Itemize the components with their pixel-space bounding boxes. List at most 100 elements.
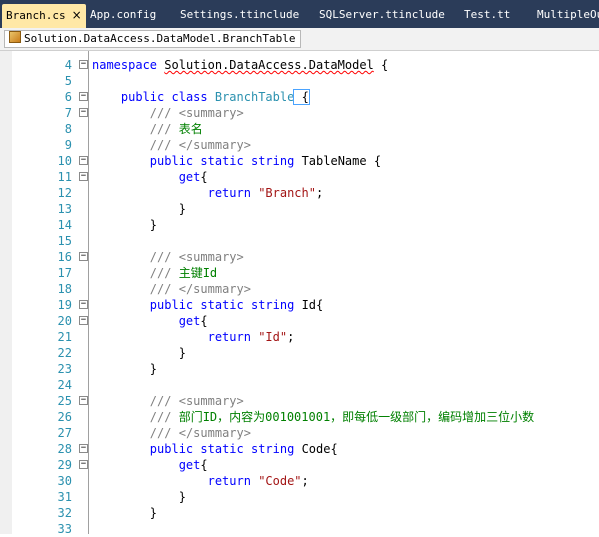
tab-multipleoutput[interactable]: MultipleOu [537,4,599,28]
code-line: 28 − public static string Code{ [0,441,599,457]
line-number: 30 [57,474,72,488]
line-number: 22 [57,346,72,360]
code-text: get{ [178,314,208,328]
collapse-icon[interactable]: − [79,460,88,469]
code-text: /// <summary> [149,250,244,264]
code-line: 9 /// </summary> [0,137,599,153]
code-text: } [149,506,158,520]
code-line: 24 [0,377,599,393]
line-number: 17 [57,266,72,280]
line-number: 27 [57,426,72,440]
code-text: get{ [178,458,208,472]
code-text: /// <summary> [149,394,244,408]
code-text: return "Code"; [207,474,309,488]
tab-label: Branch.cs [6,9,66,22]
code-text: } [178,490,186,504]
code-text: /// </summary> [149,426,251,440]
line-number: 29 [57,458,72,472]
type-dropdown[interactable]: Solution.DataAccess.DataModel.BranchTabl… [4,30,301,48]
code-text: /// 主键Id [149,266,218,280]
code-text: /// 表名 [149,122,203,136]
line-number: 10 [57,154,72,168]
code-text: public class BranchTable { [120,89,310,105]
collapse-icon[interactable]: − [79,252,88,261]
code-line: 7 − /// <summary> [0,105,599,121]
code-text: } [149,218,158,232]
code-line: 8 /// 表名 [0,121,599,137]
collapse-icon[interactable]: − [79,444,88,453]
code-line: 22 } [0,345,599,361]
navigation-bar: Solution.DataAccess.DataModel.BranchTabl… [0,28,599,51]
collapse-icon[interactable]: − [79,300,88,309]
line-number: 18 [57,282,72,296]
code-line: 18 /// </summary> [0,281,599,297]
line-number: 26 [57,410,72,424]
code-line: 20 − get{ [0,313,599,329]
line-number: 25 [57,394,72,408]
tab-settings-ttinclude[interactable]: Settings.ttinclude [180,4,299,28]
code-text: get{ [178,170,208,184]
collapse-icon[interactable]: − [79,60,88,69]
line-number: 16 [57,250,72,264]
line-number: 19 [57,298,72,312]
tab-label: Settings.ttinclude [180,8,300,21]
document-tab-bar: Branch.cs × App.config Settings.ttinclude… [0,0,599,28]
code-line: 14 } [0,217,599,233]
code-line: 25 − /// <summary> [0,393,599,409]
line-number: 21 [57,330,72,344]
code-text: public static string Id{ [149,298,324,312]
code-line: 23 } [0,361,599,377]
tab-app-config[interactable]: App.config [90,4,156,28]
code-line: 26 /// 部门ID，内容为001001001，即每低一级部门，编码增加三位小… [0,409,599,425]
line-number: 6 [64,90,72,104]
code-text: /// </summary> [149,282,251,296]
tab-label: MultipleOu [537,8,599,21]
collapse-icon[interactable]: − [79,172,88,181]
line-number: 8 [64,122,72,136]
line-number: 24 [57,378,72,392]
code-line: 29 − get{ [0,457,599,473]
code-line: 21 return "Id"; [0,329,599,345]
line-number: 23 [57,362,72,376]
line-number: 9 [64,138,72,152]
tab-test-tt[interactable]: Test.tt [464,4,510,28]
tab-branch-cs[interactable]: Branch.cs × [2,4,86,28]
code-line: 17 /// 主键Id [0,265,599,281]
tab-label: SQLServer.ttinclude [319,8,445,21]
collapse-icon[interactable]: − [79,92,88,101]
code-text: /// </summary> [149,138,251,152]
code-line: 10 − public static string TableName { [0,153,599,169]
line-number: 13 [57,202,72,216]
collapse-icon[interactable]: − [79,396,88,405]
collapse-icon[interactable]: − [79,316,88,325]
code-line: 30 return "Code"; [0,473,599,489]
code-line: 11 − get{ [0,169,599,185]
code-line: 15 [0,233,599,249]
type-dropdown-label: Solution.DataAccess.DataModel.BranchTabl… [24,32,296,45]
line-number: 33 [57,522,72,536]
code-text: public static string Code{ [149,442,338,456]
code-text: /// <summary> [149,106,244,120]
line-number: 11 [57,170,72,184]
code-line: 6 − public class BranchTable { [0,89,599,105]
collapse-icon[interactable]: − [79,156,88,165]
code-line: 4 − namespace Solution.DataAccess.DataMo… [0,57,599,73]
code-line: 31 } [0,489,599,505]
code-line: 19 − public static string Id{ [0,297,599,313]
code-line: 16 − /// <summary> [0,249,599,265]
close-icon[interactable]: × [72,8,82,22]
code-line: 5 [0,73,599,89]
code-text: /// 部门ID，内容为001001001，即每低一级部门，编码增加三位小数 [149,410,535,424]
code-text: } [149,362,158,376]
code-line: 27 /// </summary> [0,425,599,441]
line-number: 28 [57,442,72,456]
line-number: 15 [57,234,72,248]
tab-sqlserver-ttinclude[interactable]: SQLServer.ttinclude [319,4,445,28]
code-text: } [178,346,186,360]
code-line: 13 } [0,201,599,217]
code-text: namespace Solution.DataAccess.DataModel … [92,58,389,72]
code-line: 12 return "Branch"; [0,185,599,201]
collapse-icon[interactable]: − [79,108,88,117]
code-text: } [178,202,186,216]
tab-label: App.config [90,8,157,21]
